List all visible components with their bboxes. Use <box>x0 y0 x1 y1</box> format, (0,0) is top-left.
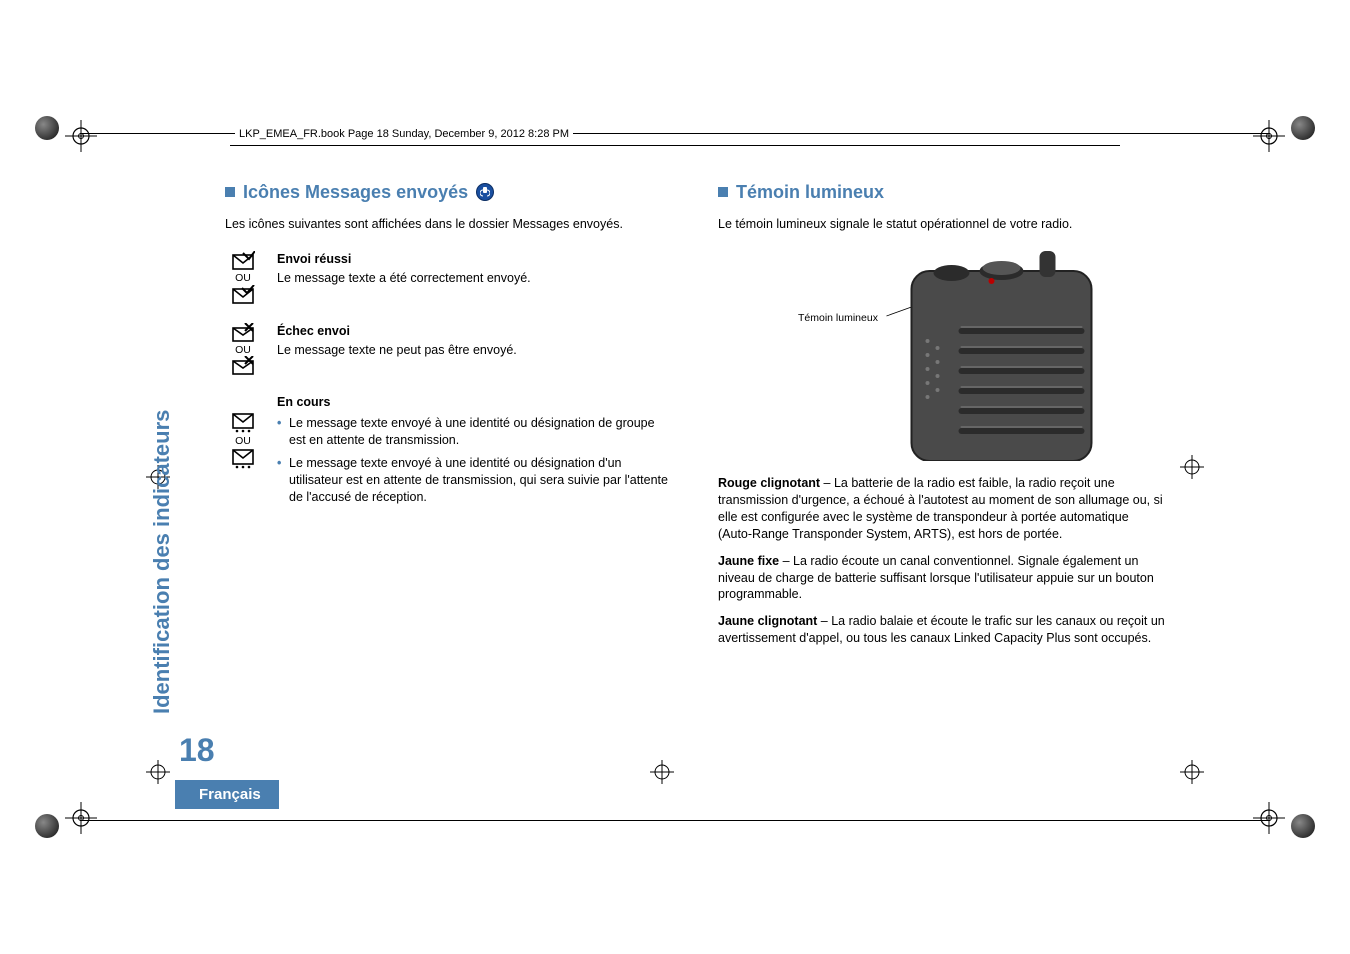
heading-bullet-icon <box>718 187 728 197</box>
side-tab: Identification des indicateurs 18 <box>175 180 225 754</box>
bullet-item: Le message texte envoyé à une identité o… <box>277 415 672 449</box>
status-red: Rouge clignotant – La batterie de la rad… <box>718 475 1165 543</box>
registration-mark-icon <box>65 120 97 152</box>
registration-mark-icon <box>146 760 170 784</box>
header-line <box>230 145 1120 146</box>
heading-bullet-icon <box>225 187 235 197</box>
or-label: OU <box>235 344 251 356</box>
right-column: Témoin lumineux Le témoin lumineux signa… <box>718 180 1165 754</box>
icon-cell: OU <box>225 394 261 472</box>
radio-figure: Témoin lumineux <box>718 251 1165 461</box>
registration-mark-icon <box>1180 760 1204 784</box>
heading-messages: Icônes Messages envoyés <box>225 180 672 204</box>
icon-body: En cours Le message texte envoyé à une i… <box>277 394 672 511</box>
icon-row-failed: OU Échec envoi Le message texte ne peut … <box>225 323 672 379</box>
heading-text: Icônes Messages envoyés <box>243 180 468 204</box>
icon-cell: OU <box>225 323 261 379</box>
frame-line <box>80 820 1270 821</box>
intro-text: Le témoin lumineux signale le statut opé… <box>718 216 1165 233</box>
item-text: Le message texte ne peut pas être envoyé… <box>277 343 517 357</box>
intro-text: Les icônes suivantes sont affichées dans… <box>225 216 672 233</box>
item-title: Échec envoi <box>277 323 672 340</box>
feature-badge-icon <box>476 183 494 201</box>
page-number: 18 <box>179 732 215 769</box>
status-yellow-blink: Jaune clignotant – La radio balaie et éc… <box>718 613 1165 647</box>
sent-success-icon <box>231 251 255 271</box>
left-column: Icônes Messages envoyés Les icônes suiva… <box>225 180 672 754</box>
sent-failed-icon <box>231 323 255 343</box>
sent-failed-alt-icon <box>231 356 255 376</box>
page-content: Identification des indicateurs 18 Icônes… <box>175 180 1165 754</box>
registration-mark-icon <box>1253 802 1285 834</box>
figure-label: Témoin lumineux <box>798 311 878 325</box>
registration-ball <box>1291 814 1315 838</box>
icon-row-success: OU Envoi réussi Le message texte a été c… <box>225 251 672 307</box>
section-title: Identification des indicateurs <box>149 410 175 714</box>
heading-text: Témoin lumineux <box>736 180 884 204</box>
status-name: Jaune fixe <box>718 554 779 568</box>
registration-mark-icon <box>1180 455 1204 479</box>
book-header: LKP_EMEA_FR.book Page 18 Sunday, Decembe… <box>235 128 573 140</box>
item-title: En cours <box>277 394 672 411</box>
radio-illustration-icon <box>718 251 1165 461</box>
registration-mark-icon <box>1253 120 1285 152</box>
registration-ball <box>35 814 59 838</box>
icon-body: Envoi réussi Le message texte a été corr… <box>277 251 672 287</box>
sent-success-alt-icon <box>231 285 255 305</box>
item-text: Le message texte a été correctement envo… <box>277 271 531 285</box>
or-label: OU <box>235 272 251 284</box>
registration-mark-icon <box>65 802 97 834</box>
status-name: Jaune clignotant <box>718 614 817 628</box>
heading-led: Témoin lumineux <box>718 180 1165 204</box>
status-yellow-solid: Jaune fixe – La radio écoute un canal co… <box>718 553 1165 604</box>
bullet-item: Le message texte envoyé à une identité o… <box>277 455 672 506</box>
icon-body: Échec envoi Le message texte ne peut pas… <box>277 323 672 359</box>
status-text: – La radio écoute un canal conventionnel… <box>718 554 1154 602</box>
language-tab: Français <box>175 780 279 809</box>
status-name: Rouge clignotant <box>718 476 820 490</box>
icon-row-inprogress: OU En cours Le message texte envoyé à un… <box>225 394 672 511</box>
registration-ball <box>35 116 59 140</box>
or-label: OU <box>235 435 251 447</box>
item-title: Envoi réussi <box>277 251 672 268</box>
sent-pending-alt-icon <box>231 448 255 470</box>
sent-pending-icon <box>231 412 255 434</box>
registration-mark-icon <box>650 760 674 784</box>
icon-cell: OU <box>225 251 261 307</box>
registration-ball <box>1291 116 1315 140</box>
